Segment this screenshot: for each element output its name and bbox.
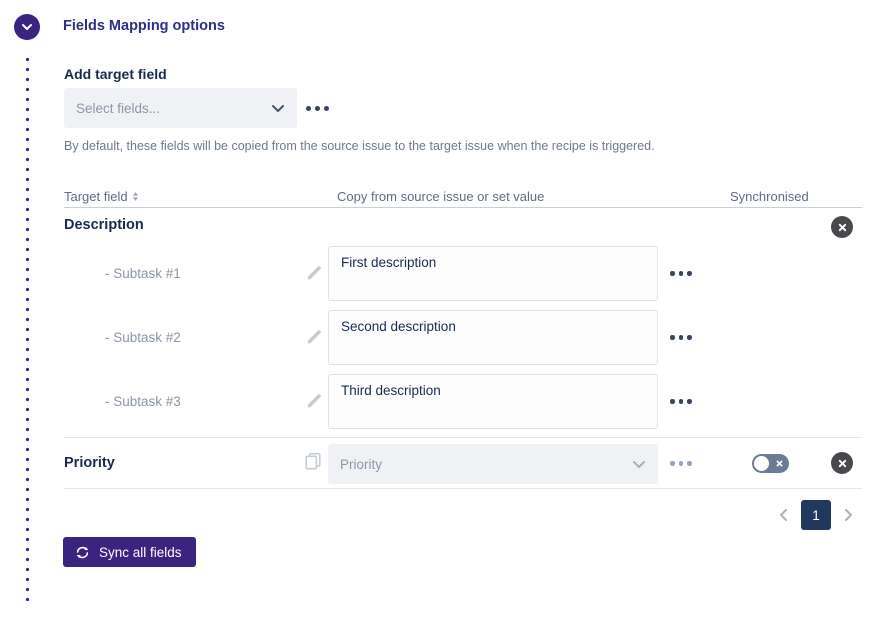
- header-divider: [64, 207, 862, 208]
- sync-all-fields-button[interactable]: Sync all fields: [63, 537, 196, 567]
- row-divider: [64, 437, 862, 438]
- close-icon: [838, 223, 847, 232]
- edit-pencil-icon: [305, 265, 322, 287]
- column-header-synchronised: Synchronised: [730, 189, 809, 204]
- sort-icon[interactable]: [132, 191, 139, 202]
- synchronised-toggle[interactable]: [752, 454, 789, 473]
- copy-icon: [304, 452, 322, 475]
- subtask-value-input[interactable]: First description: [328, 246, 658, 301]
- column-header-target-field[interactable]: Target field: [64, 189, 139, 204]
- sync-icon: [75, 545, 90, 560]
- subtask-label: - Subtask #2: [105, 330, 181, 345]
- subtask-value-input[interactable]: Second description: [328, 310, 658, 365]
- toggle-knob: [754, 456, 769, 471]
- subtask-more-options-button[interactable]: [670, 335, 692, 340]
- fields-mapping-panel: Fields Mapping options Add target field …: [0, 0, 887, 621]
- table-bottom-divider: [64, 488, 862, 489]
- chevron-down-icon: [271, 104, 285, 113]
- select-fields-placeholder: Select fields...: [64, 101, 271, 116]
- column-header-copy-value: Copy from source issue or set value: [337, 189, 544, 204]
- field-group-label-priority: Priority: [64, 455, 115, 471]
- section-dotted-rail: [25, 57, 30, 603]
- chevron-left-icon: [779, 508, 788, 522]
- edit-pencil-icon: [305, 393, 322, 415]
- priority-placeholder: Priority: [328, 457, 632, 472]
- pagination-current-page[interactable]: 1: [801, 500, 831, 530]
- remove-description-field-button[interactable]: [831, 216, 853, 238]
- priority-value-dropdown[interactable]: Priority: [328, 444, 658, 484]
- close-icon: [838, 459, 847, 468]
- chevron-right-icon: [844, 508, 853, 522]
- pagination-next-button[interactable]: [844, 505, 853, 525]
- field-group-label-description: Description: [64, 217, 144, 233]
- select-fields-dropdown[interactable]: Select fields...: [64, 88, 297, 128]
- chevron-down-icon: [632, 460, 646, 469]
- add-field-more-options-button[interactable]: [306, 106, 329, 111]
- remove-priority-field-button[interactable]: [831, 452, 853, 474]
- helper-text: By default, these fields will be copied …: [64, 139, 784, 153]
- subtask-more-options-button[interactable]: [670, 271, 692, 276]
- subtask-more-options-button[interactable]: [670, 399, 692, 404]
- chevron-down-icon: [21, 23, 33, 31]
- page-title: Fields Mapping options: [63, 18, 225, 34]
- subtask-value-input[interactable]: Third description: [328, 374, 658, 429]
- priority-more-options-button: [670, 461, 692, 466]
- sync-button-label: Sync all fields: [99, 545, 182, 560]
- pagination-prev-button[interactable]: [779, 505, 788, 525]
- subtask-label: - Subtask #1: [105, 266, 181, 281]
- collapse-section-button[interactable]: [14, 14, 40, 40]
- add-target-field-heading: Add target field: [64, 66, 167, 82]
- edit-pencil-icon: [305, 329, 322, 351]
- subtask-label: - Subtask #3: [105, 394, 181, 409]
- toggle-off-icon: [776, 460, 783, 467]
